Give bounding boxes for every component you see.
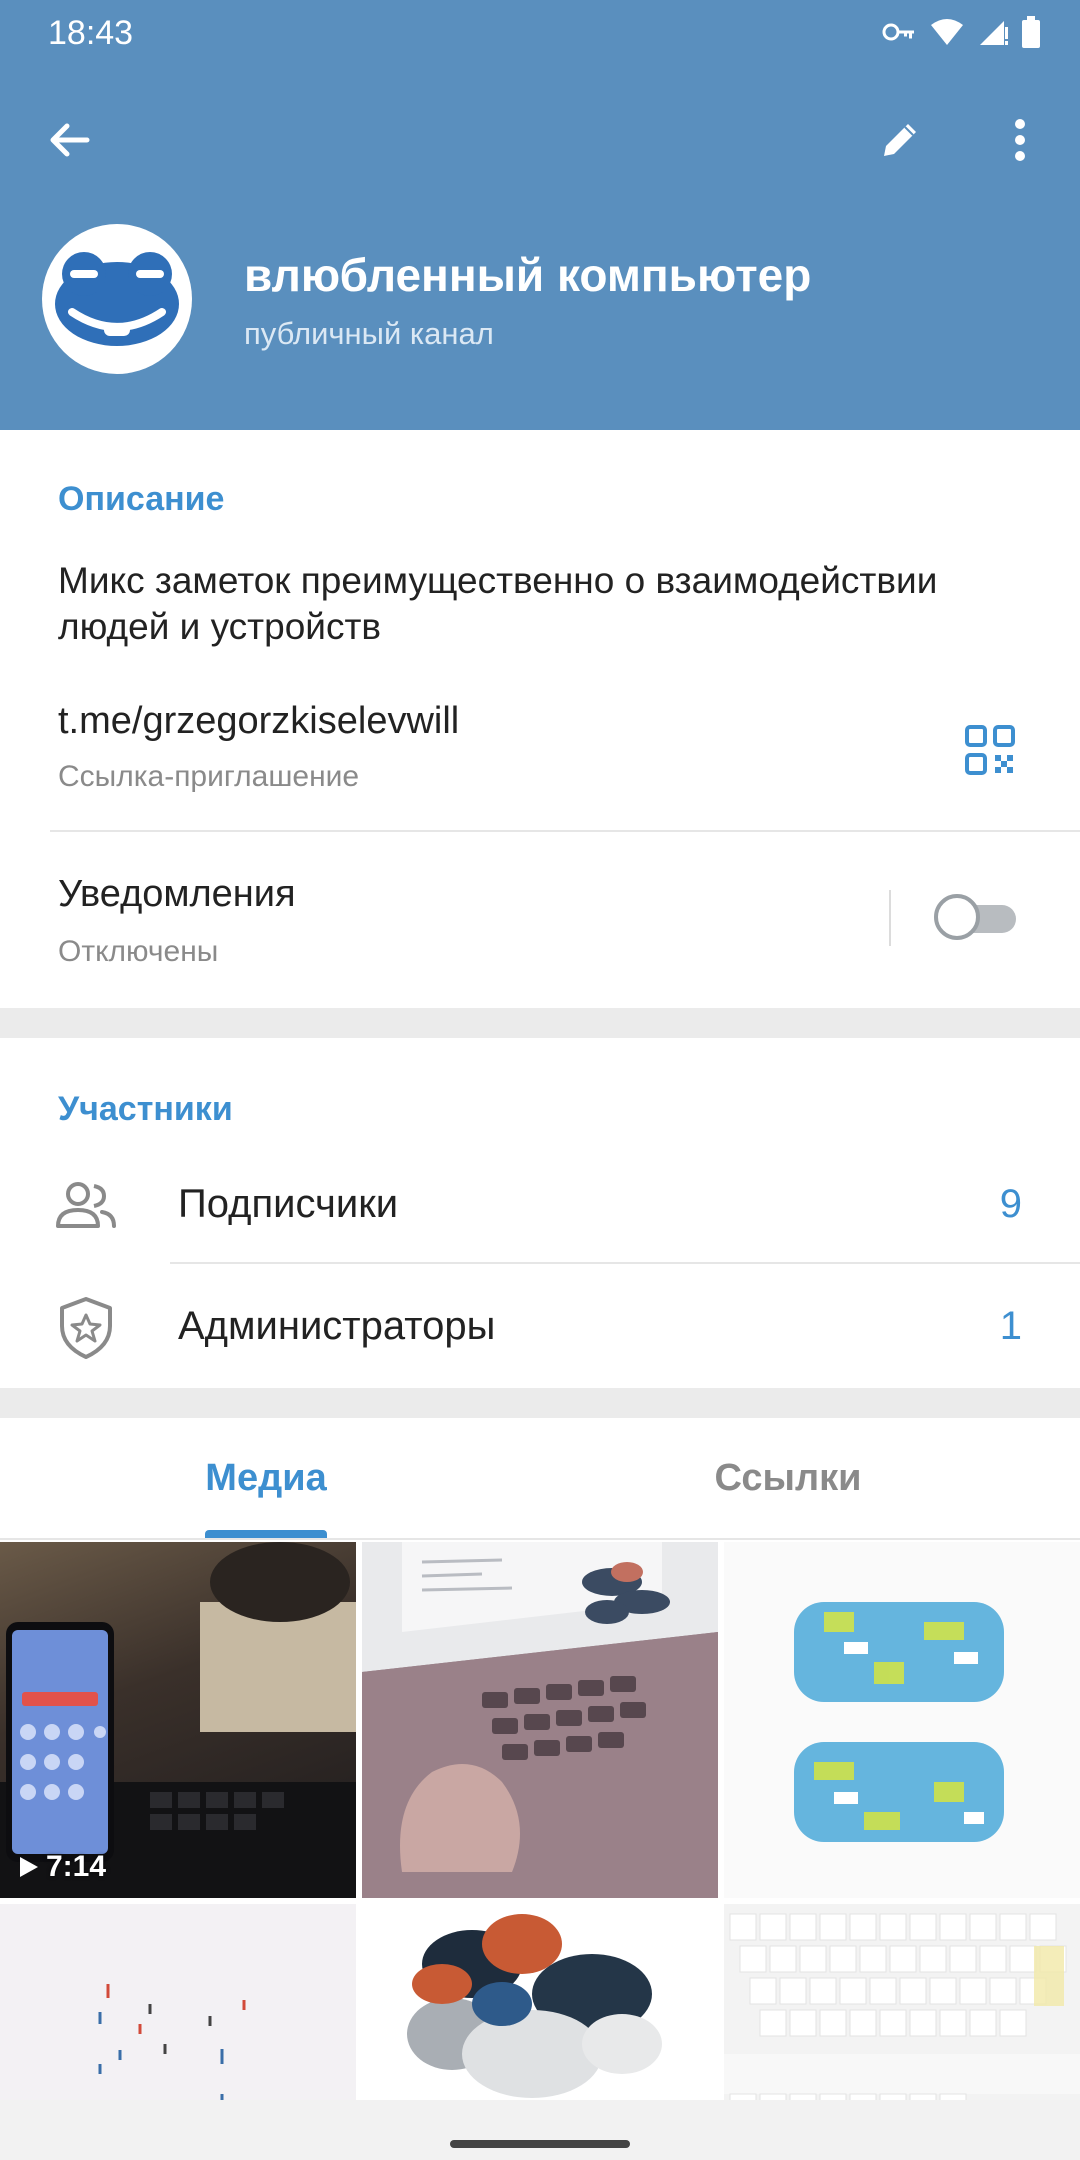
subscribers-label: Подписчики: [178, 1182, 399, 1226]
play-icon: [20, 1857, 38, 1877]
active-tab-indicator: [205, 1530, 327, 1538]
arrow-left-icon: [50, 123, 90, 157]
pencil-icon: [884, 124, 916, 156]
more-options-button[interactable]: [980, 100, 1060, 180]
more-vertical-icon: [1015, 119, 1025, 161]
shield-star-icon: [54, 1296, 118, 1360]
system-navigation-bar: [0, 2100, 1080, 2160]
shared-media-section: Медиа Ссылки 7:14: [0, 1418, 1080, 2160]
status-bar: 18:43: [0, 0, 1080, 66]
subscribers-count: 9: [999, 1182, 1022, 1226]
media-item-photo[interactable]: [362, 1542, 718, 1898]
dotted-pattern-image: [784, 1602, 1014, 1842]
frog-face-icon: [55, 252, 179, 346]
notifications-status: Отключены: [58, 935, 219, 968]
notifications-toggle[interactable]: [934, 893, 1020, 943]
video-thumbnail-image: [0, 1542, 356, 1898]
notifications-row[interactable]: [0, 832, 880, 1008]
invite-link-caption: Ссылка-приглашение: [58, 760, 360, 793]
battery-icon: [1022, 16, 1040, 48]
channel-avatar[interactable]: [42, 224, 192, 374]
tab-media[interactable]: Медиа: [66, 1418, 466, 1538]
description-text[interactable]: Микс заметок преимущественно о взаимодей…: [58, 558, 1018, 650]
channel-header: 18:43 влюбленный компьютер публичный кан…: [0, 0, 1080, 430]
info-section: Описание Микс заметок преимущественно о …: [0, 430, 1080, 1008]
invite-link[interactable]: t.me/grzegorzkiselevwill: [58, 700, 459, 743]
toggle-thumb: [934, 894, 980, 940]
video-duration-text: 7:14: [46, 1850, 107, 1883]
description-title: Описание: [58, 480, 225, 518]
notifications-title: Уведомления: [58, 873, 296, 915]
home-gesture-handle[interactable]: [450, 2140, 630, 2148]
media-item-video[interactable]: 7:14: [0, 1542, 356, 1898]
signal-icon: [978, 17, 1008, 47]
qr-code-button[interactable]: [955, 715, 1025, 785]
divider: [0, 1538, 1080, 1540]
tab-links[interactable]: Ссылки: [588, 1418, 988, 1538]
members-title: Участники: [58, 1090, 233, 1128]
members-section: Участники Подписчики 9 Администраторы 1: [0, 1038, 1080, 1388]
administrators-label: Администраторы: [178, 1304, 496, 1348]
wifi-icon: [930, 18, 964, 46]
administrators-row[interactable]: Администраторы 1: [0, 1264, 1080, 1388]
back-button[interactable]: [29, 100, 109, 180]
channel-title: влюбленный компьютер: [244, 249, 812, 301]
vpn-key-icon: [882, 22, 916, 42]
video-duration: 7:14: [18, 1850, 106, 1884]
laptop-photo-image: [362, 1542, 718, 1898]
channel-subtitle: публичный канал: [244, 316, 494, 351]
people-icon: [54, 1174, 118, 1238]
edit-button[interactable]: [860, 100, 940, 180]
qr-code-icon: [965, 725, 1015, 775]
subscribers-row[interactable]: Подписчики 9: [0, 1142, 1080, 1266]
vertical-separator: [889, 890, 891, 946]
status-time: 18:43: [48, 14, 134, 52]
status-icons: [882, 16, 1040, 48]
media-item-photo[interactable]: [724, 1542, 1080, 1898]
administrators-count: 1: [999, 1304, 1022, 1348]
